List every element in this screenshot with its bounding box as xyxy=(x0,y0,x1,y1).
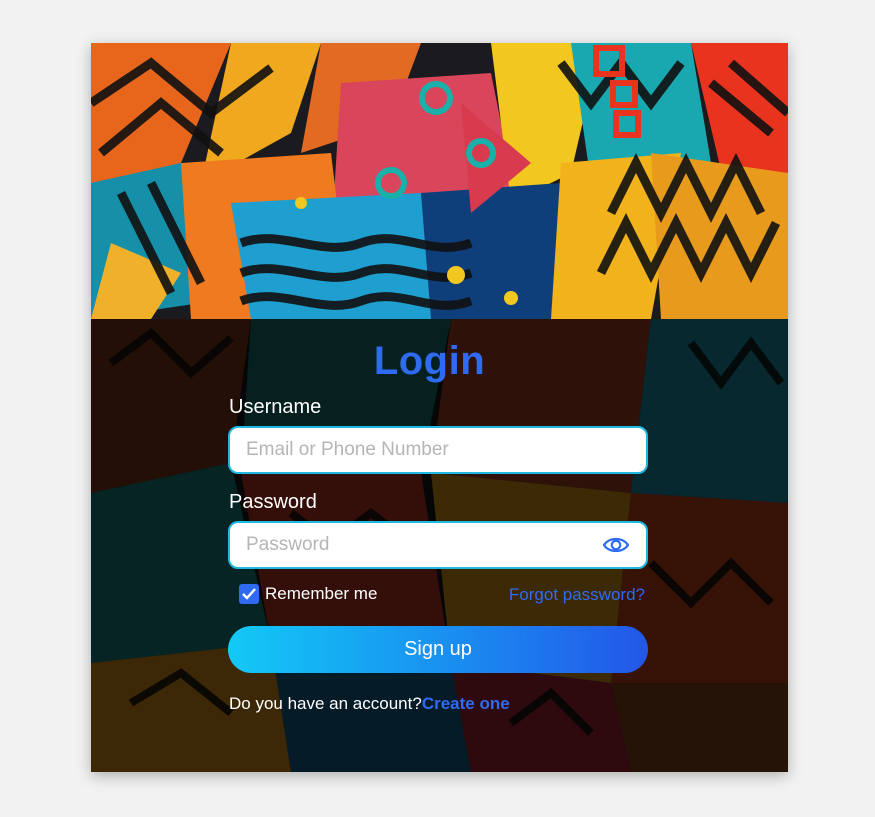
page-title: Login xyxy=(373,339,486,383)
signup-button[interactable]: Sign up xyxy=(228,626,648,673)
username-input[interactable] xyxy=(246,428,606,472)
create-account-link[interactable]: Create one xyxy=(422,694,510,713)
eye-icon[interactable] xyxy=(602,535,630,555)
checkmark-icon xyxy=(242,588,256,600)
password-input[interactable] xyxy=(246,523,606,567)
username-field-container xyxy=(228,426,648,474)
account-prompt: Do you have an account?Create one xyxy=(229,694,510,714)
remember-checkbox[interactable] xyxy=(239,584,259,604)
password-field-container xyxy=(228,521,648,569)
password-label: Password xyxy=(229,491,317,513)
login-card: Login Username Password Remember me Forg… xyxy=(91,43,788,772)
remember-me[interactable]: Remember me xyxy=(239,584,377,604)
account-prompt-text: Do you have an account? xyxy=(229,694,422,713)
forgot-password-link[interactable]: Forgot password? xyxy=(505,585,645,605)
remember-label: Remember me xyxy=(265,584,378,603)
username-label: Username xyxy=(229,396,322,418)
